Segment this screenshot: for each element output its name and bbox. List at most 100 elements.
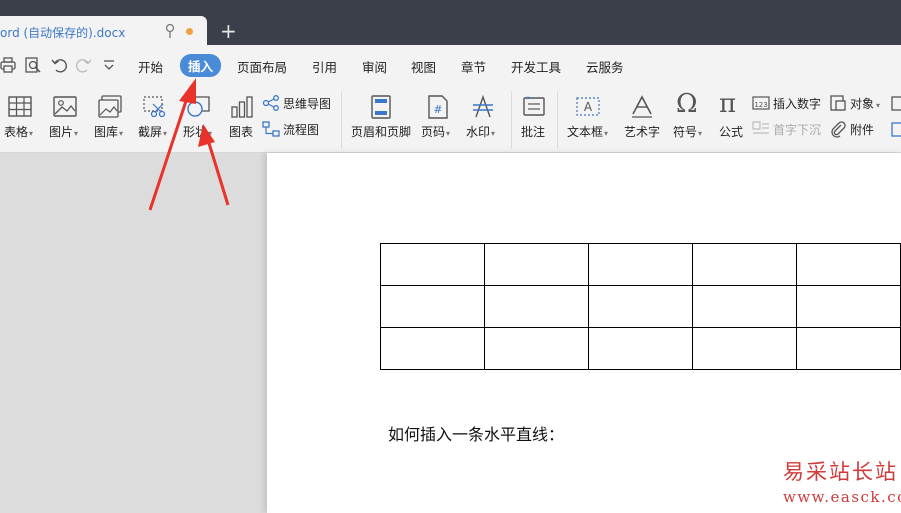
table-row (380, 243, 901, 286)
table-cell[interactable] (380, 243, 485, 286)
gallery-icon[interactable] (97, 94, 123, 120)
attachment-button[interactable]: 附件 (850, 121, 874, 138)
menu-start[interactable]: 开始 (138, 57, 163, 76)
wordart-icon[interactable] (629, 94, 655, 120)
menu-review[interactable]: 审阅 (362, 57, 387, 76)
watermark-button[interactable]: 水印▾ (466, 123, 495, 140)
table-cell[interactable] (692, 285, 797, 328)
flowchart-icon[interactable] (262, 120, 280, 138)
site-watermark-url: www.easck.com (783, 488, 901, 506)
page-number-button[interactable]: 页码▾ (421, 123, 450, 140)
dropdown-caret-icon: ▾ (29, 129, 34, 138)
object-button[interactable]: 对象 ▾ (850, 95, 880, 112)
paperclip-icon[interactable] (829, 120, 847, 138)
menu-insert[interactable]: 插入 (180, 54, 222, 77)
table-cell[interactable] (796, 327, 901, 370)
menu-view[interactable]: 视图 (411, 57, 436, 76)
customize-quick-access-icon[interactable] (100, 56, 118, 74)
dropdown-caret-icon: ▾ (876, 101, 881, 110)
screenshot-button[interactable]: 截屏▾ (138, 123, 167, 140)
flowchart-button[interactable]: 流程图 (283, 121, 319, 138)
mindmap-button[interactable]: 思维导图 (283, 95, 331, 112)
table-cell[interactable] (692, 243, 797, 286)
dropdown-caret-icon: ▾ (491, 129, 496, 138)
mindmap-icon[interactable] (262, 94, 280, 112)
table-cell[interactable] (796, 243, 901, 286)
drop-cap-icon[interactable] (752, 120, 770, 138)
print-preview-icon[interactable] (24, 56, 42, 74)
header-footer-icon[interactable] (368, 94, 394, 120)
comment-button[interactable]: 批注 (521, 123, 545, 140)
table-button[interactable]: 表格▾ (4, 123, 33, 140)
svg-text:123: 123 (754, 101, 767, 109)
pin-icon[interactable] (163, 23, 177, 39)
table-cell[interactable] (484, 285, 589, 328)
ribbon-divider (557, 91, 558, 149)
date-icon[interactable] (890, 94, 901, 112)
page-number-icon[interactable]: # (425, 94, 451, 120)
object-icon[interactable] (829, 94, 847, 112)
redo-icon[interactable] (75, 56, 93, 74)
picture-icon[interactable] (52, 94, 78, 120)
menu-page-layout[interactable]: 页面布局 (237, 57, 287, 76)
table-cell[interactable] (484, 327, 589, 370)
textbox-icon[interactable]: A (575, 94, 601, 120)
header-footer-button[interactable]: 页眉和页脚 (351, 123, 411, 140)
print-icon[interactable] (0, 56, 18, 74)
formula-button[interactable]: 公式 (719, 123, 743, 140)
chart-icon[interactable] (229, 94, 255, 120)
dropdown-caret-icon: ▾ (163, 129, 168, 138)
unsaved-dot-icon (186, 28, 193, 35)
chart-button[interactable]: 图表 (229, 123, 253, 140)
undo-icon[interactable] (50, 56, 68, 74)
symbol-button[interactable]: 符号▾ (673, 123, 702, 140)
table-cell[interactable] (588, 285, 693, 328)
table-cell[interactable] (588, 243, 693, 286)
menu-references[interactable]: 引用 (312, 57, 337, 76)
table-cell[interactable] (484, 243, 589, 286)
table-cell[interactable] (380, 285, 485, 328)
wordart-button[interactable]: 艺术字 (624, 123, 660, 140)
table-cell[interactable] (588, 327, 693, 370)
shape-icon[interactable] (186, 94, 212, 120)
document-tab[interactable]: ord (自动保存的).docx (0, 16, 207, 46)
dropdown-caret-icon: ▾ (446, 129, 451, 138)
menu-developer[interactable]: 开发工具 (511, 57, 561, 76)
ribbon-divider (511, 91, 512, 149)
watermark-icon[interactable] (470, 94, 496, 120)
svg-text:A: A (584, 100, 593, 114)
gallery-button[interactable]: 图库▾ (94, 123, 123, 140)
ribbon-toolbar: 表格▾ 图片▾ 图库▾ 截屏▾ 形状▾ 图表 思维导图 流程图 页眉和页脚 # … (0, 85, 901, 153)
tab-title: ord (自动保存的).docx (0, 26, 126, 40)
table-row (380, 327, 901, 370)
comment-icon[interactable]: * (521, 94, 547, 120)
document-table[interactable] (380, 243, 901, 370)
dropdown-caret-icon: ▾ (74, 129, 79, 138)
dropdown-caret-icon: ▾ (208, 129, 213, 138)
title-bar: ord (自动保存的).docx + (0, 0, 901, 46)
table-cell[interactable] (692, 327, 797, 370)
menu-chapter[interactable]: 章节 (461, 57, 486, 76)
svg-text:*: * (526, 95, 530, 104)
omega-icon[interactable]: Ω (676, 89, 702, 119)
dropdown-caret-icon: ▾ (119, 129, 124, 138)
insert-number-icon[interactable]: 123 (752, 94, 770, 112)
textbox-button[interactable]: 文本框▾ (567, 123, 608, 140)
table-cell[interactable] (796, 285, 901, 328)
document-paragraph[interactable]: 如何插入一条水平直线： (388, 421, 564, 445)
picture-button[interactable]: 图片▾ (49, 123, 78, 140)
screenshot-icon[interactable] (141, 94, 167, 120)
drop-cap-button[interactable]: 首字下沉 (773, 121, 821, 138)
shape-button[interactable]: 形状▾ (183, 123, 212, 140)
document-part-icon[interactable] (890, 120, 901, 138)
dropdown-caret-icon: ▾ (604, 129, 609, 138)
menu-cloud-service[interactable]: 云服务 (586, 57, 624, 76)
table-cell[interactable] (380, 327, 485, 370)
pi-icon[interactable]: π (719, 89, 745, 119)
site-watermark: 易采站长站 (783, 460, 898, 484)
insert-number-button[interactable]: 插入数字 (773, 95, 821, 112)
table-icon[interactable] (7, 94, 33, 120)
new-tab-icon[interactable]: + (220, 21, 237, 41)
menu-bar: 开始 插入 页面布局 引用 审阅 视图 章节 开发工具 云服务 (0, 45, 901, 85)
dropdown-caret-icon: ▾ (698, 129, 703, 138)
